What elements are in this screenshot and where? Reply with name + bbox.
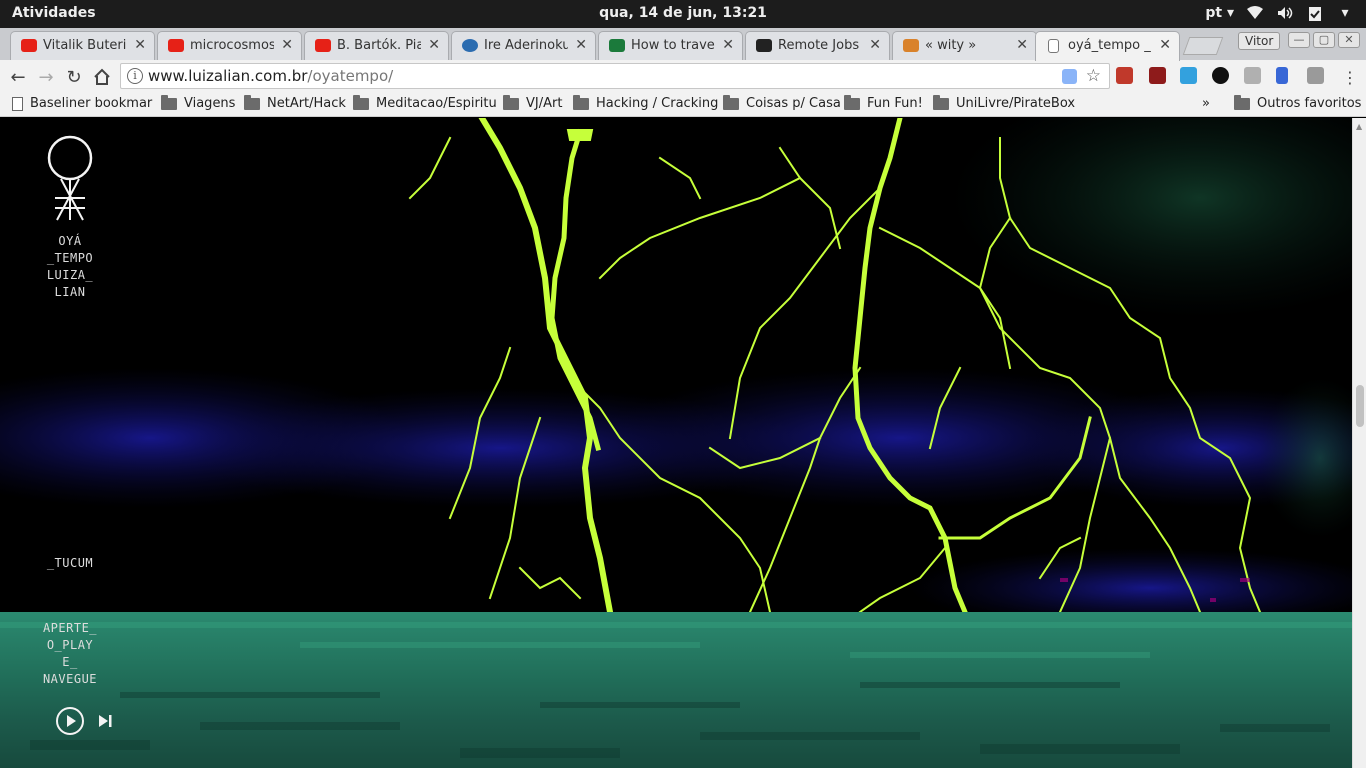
home-icon[interactable]: [91, 66, 113, 88]
forward-icon[interactable]: →: [35, 66, 57, 88]
tab-title: Vitalik Buterin: [43, 38, 127, 53]
menu-icon[interactable]: ⋮: [1339, 66, 1361, 88]
folder-icon: [503, 94, 519, 110]
folder-icon: [933, 94, 949, 110]
folder-icon: [573, 94, 589, 110]
bookmark-folder-casa[interactable]: Coisas p/ Casa: [723, 94, 841, 111]
close-icon[interactable]: ✕: [134, 37, 146, 53]
bookmark-folder-other[interactable]: Outros favoritos: [1234, 94, 1361, 111]
tab-title: oyá_tempo _ l: [1068, 38, 1152, 53]
bookmark-folder-vjart[interactable]: VJ/Art: [503, 94, 562, 111]
back-icon[interactable]: ←: [7, 66, 29, 88]
tab-title: How to travel: [631, 38, 715, 53]
avatar-icon: [462, 39, 478, 52]
extension-gray-icon[interactable]: [1244, 67, 1261, 84]
folder-icon: [161, 94, 177, 110]
close-icon[interactable]: ✕: [722, 37, 734, 53]
tab-how-to-travel[interactable]: How to travel ✕: [598, 31, 743, 60]
site-icon: [609, 39, 625, 52]
bookmarks-bar: Baseliner bookmar Viagens NetArt/Hack Me…: [0, 92, 1366, 117]
language-indicator[interactable]: pt ▾: [1205, 5, 1234, 21]
folder-icon: [353, 94, 369, 110]
page-icon: [12, 96, 23, 111]
close-icon[interactable]: ✕: [281, 37, 293, 53]
close-icon[interactable]: ✕: [575, 37, 587, 53]
new-tab-button[interactable]: [1182, 37, 1224, 55]
bookmark-folder-hacking[interactable]: Hacking / Cracking: [573, 94, 718, 111]
close-icon[interactable]: ✕: [1159, 37, 1171, 53]
star-icon: [903, 39, 919, 52]
tab-title: Ire Aderinokun: [484, 38, 568, 53]
folder-icon: [723, 94, 739, 110]
youtube-icon: [21, 39, 37, 52]
ublock-icon[interactable]: [1149, 67, 1166, 84]
extension-share-icon[interactable]: [1307, 67, 1324, 84]
tab-ire-aderinokun[interactable]: Ire Aderinokun ✕: [451, 31, 596, 60]
bookmark-folder-netart[interactable]: NetArt/Hack: [244, 94, 346, 111]
minimize-button[interactable]: —: [1288, 32, 1310, 48]
activities-button[interactable]: Atividades: [12, 5, 96, 21]
remoteok-icon: [756, 39, 772, 52]
bookmark-star-icon[interactable]: ☆: [1086, 66, 1101, 86]
scroll-up-icon[interactable]: ▲: [1356, 122, 1362, 131]
translate-icon[interactable]: [1062, 69, 1077, 84]
youtube-icon: [315, 39, 331, 52]
ground-pixels: [0, 622, 1352, 758]
folder-icon: [244, 94, 260, 110]
close-icon[interactable]: ✕: [869, 37, 881, 53]
maximize-button[interactable]: ▢: [1313, 32, 1335, 48]
system-top-bar: Atividades qua, 14 de jun, 13:21 pt ▾ ▾: [0, 0, 1366, 28]
bookmarks-overflow-button[interactable]: »: [1202, 96, 1210, 111]
folder-icon: [844, 94, 860, 110]
tab-title: B. Bartók. Pian: [337, 38, 421, 53]
page-icon: [1048, 39, 1059, 53]
tab-vitalik[interactable]: Vitalik Buterin ✕: [10, 31, 155, 60]
page-scrollbar[interactable]: ▲: [1352, 118, 1366, 768]
tab-title: microcosmos: [190, 38, 274, 53]
reload-icon[interactable]: ↻: [63, 66, 85, 88]
oya-logo[interactable]: [45, 134, 95, 222]
folder-icon: [1234, 94, 1250, 110]
close-window-button[interactable]: ✕: [1338, 32, 1360, 48]
tab-title: « wity »: [925, 38, 977, 53]
bookmark-baseliner[interactable]: Baseliner bookmar: [12, 96, 152, 111]
power-menu-icon[interactable]: ▾: [1336, 4, 1354, 22]
youtube-icon: [168, 39, 184, 52]
tab-wity[interactable]: « wity » ✕: [892, 31, 1037, 60]
clipboard-icon[interactable]: [1306, 4, 1324, 22]
bookmark-folder-viagens[interactable]: Viagens: [161, 94, 235, 111]
volume-icon[interactable]: [1276, 4, 1294, 22]
scrollbar-thumb[interactable]: [1356, 385, 1364, 427]
extension-blue-icon[interactable]: [1276, 67, 1288, 84]
bookmark-folder-meditacao[interactable]: Meditacao/Espiritu: [353, 94, 497, 111]
tab-remote-jobs[interactable]: Remote Jobs fo ✕: [745, 31, 890, 60]
bookmark-folder-unilivre[interactable]: UniLivre/PirateBox: [933, 94, 1075, 111]
tab-bartok[interactable]: B. Bartók. Pian ✕: [304, 31, 449, 60]
tab-oyatempo[interactable]: oyá_tempo _ l ✕: [1035, 31, 1180, 61]
next-track-icon[interactable]: [97, 713, 113, 729]
address-bar[interactable]: i www.luizalian.com.br/oyatempo/ ☆: [120, 63, 1110, 89]
wifi-icon[interactable]: [1246, 4, 1264, 22]
site-title[interactable]: OYÁ _TEMPO LUIZA_ LIAN: [40, 233, 100, 301]
ground-texture: [0, 612, 1352, 768]
browser-toolbar: ← → ↻ i www.luizalian.com.br/oyatempo/ ☆…: [0, 60, 1366, 92]
profile-button[interactable]: Vitor: [1238, 32, 1281, 50]
bookmark-folder-funfun[interactable]: Fun Fun!: [844, 94, 923, 111]
url-host: www.luizalian.com.br: [148, 67, 308, 85]
close-icon[interactable]: ✕: [1016, 37, 1028, 53]
info-icon[interactable]: i: [127, 68, 143, 84]
skype-icon[interactable]: [1180, 67, 1197, 84]
tab-microcosmos[interactable]: microcosmos ✕: [157, 31, 302, 60]
tab-title: Remote Jobs fo: [778, 38, 862, 53]
clock[interactable]: qua, 14 de jun, 13:21: [599, 5, 767, 21]
close-icon[interactable]: ✕: [428, 37, 440, 53]
gnome-icon[interactable]: [1212, 67, 1229, 84]
extension-red-icon[interactable]: [1116, 67, 1133, 84]
nav-link-tucum[interactable]: _TUCUM: [40, 555, 100, 572]
play-instructions: APERTE_ O_PLAY E_ NAVEGUE: [42, 621, 98, 686]
url-path: /oyatempo/: [307, 67, 394, 85]
play-button[interactable]: [56, 707, 84, 735]
tab-strip: Vitalik Buterin ✕ microcosmos ✕ B. Bartó…: [0, 28, 1366, 61]
web-page: OYÁ _TEMPO LUIZA_ LIAN _TUCUM APERTE_ O_…: [0, 118, 1352, 768]
